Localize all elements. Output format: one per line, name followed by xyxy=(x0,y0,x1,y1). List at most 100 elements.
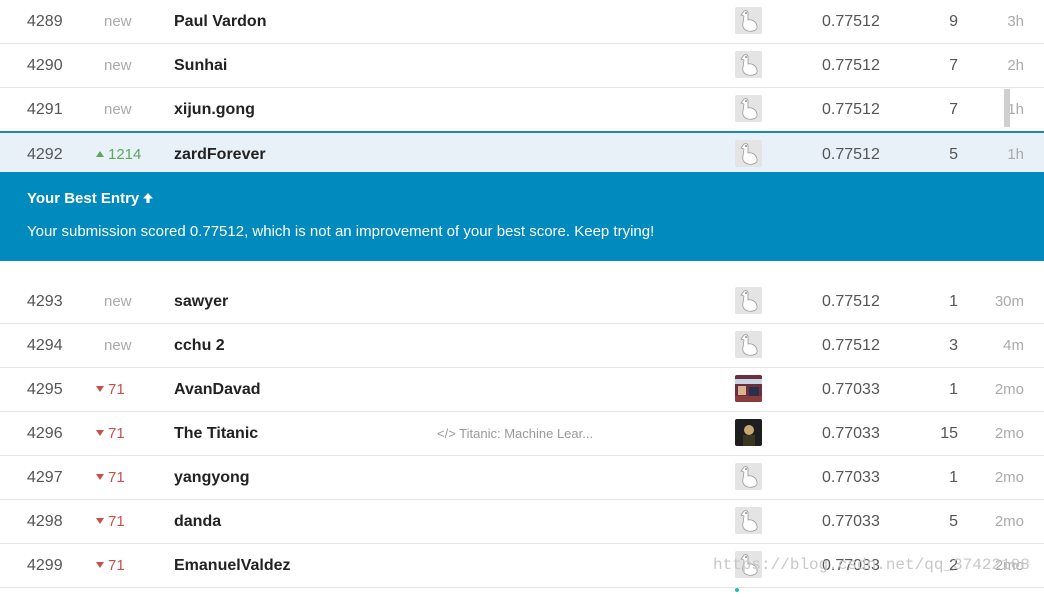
rank-change: 71 xyxy=(96,412,156,455)
rank-change: 71 xyxy=(96,500,156,543)
team-name-link[interactable]: Paul Vardon xyxy=(174,0,266,43)
rank-number: 4296 xyxy=(27,425,63,442)
best-entry-banner: Your Best Entry Your submission scored 0… xyxy=(0,172,1044,261)
goose-avatar[interactable] xyxy=(735,7,762,34)
leaderboard-row-own[interactable]: 4292 1214 zardForever 0.77512 5 1h xyxy=(0,131,1044,181)
member-dot xyxy=(735,588,739,592)
goose-avatar[interactable] xyxy=(735,551,762,578)
rank-number: 4293 xyxy=(27,293,63,310)
kernel-link[interactable]: </> Titanic: Machine Lear... xyxy=(437,412,593,455)
entries-count: 3 xyxy=(949,337,958,354)
photo-avatar[interactable] xyxy=(735,375,762,402)
entries-count: 5 xyxy=(949,513,958,530)
last-submission: 2mo xyxy=(994,557,1024,574)
banner-title: Your Best Entry xyxy=(27,190,154,207)
triangle-down-icon xyxy=(96,518,104,525)
banner-title-text: Your Best Entry xyxy=(27,190,140,207)
goose-avatar[interactable] xyxy=(735,507,762,534)
leaderboard-row[interactable]: 4293 new sawyer 0.77512 1 30m xyxy=(0,280,1044,328)
team-name-link[interactable]: Sunhai xyxy=(174,44,227,87)
team-member-dots xyxy=(735,403,740,416)
score-value: 0.77033 xyxy=(822,425,880,442)
last-submission: 2mo xyxy=(994,425,1024,442)
triangle-down-icon xyxy=(96,474,104,481)
leaderboard-row[interactable]: 4299 71 EmanuelValdez 0.77033 2 2mo xyxy=(0,544,1044,592)
team-name-link[interactable]: AvanDavad xyxy=(174,368,261,411)
entries-count: 1 xyxy=(949,469,958,486)
team-member-dots xyxy=(735,35,740,48)
entries-count: 9 xyxy=(949,13,958,30)
team-name-link[interactable]: zardForever xyxy=(174,133,266,176)
dark-avatar[interactable] xyxy=(735,419,762,446)
last-submission: 2mo xyxy=(994,513,1024,530)
rank-change: 1214 xyxy=(96,133,156,176)
entries-count: 1 xyxy=(949,293,958,310)
team-name-link[interactable]: xijun.gong xyxy=(174,88,255,131)
team-member-dots xyxy=(735,535,740,548)
triangle-down-icon xyxy=(96,430,104,437)
goose-avatar[interactable] xyxy=(735,140,762,167)
team-member-dots xyxy=(735,79,740,92)
team-name-link[interactable]: danda xyxy=(174,500,221,543)
rank-change-value: 71 xyxy=(108,557,125,574)
team-member-dots xyxy=(735,447,745,460)
team-name-link[interactable]: sawyer xyxy=(174,280,228,323)
entries-count: 7 xyxy=(949,101,958,118)
leaderboard-row[interactable]: 4297 71 yangyong 0.77033 1 2mo xyxy=(0,456,1044,504)
goose-avatar[interactable] xyxy=(735,463,762,490)
rank-number: 4289 xyxy=(27,13,63,30)
leaderboard-row[interactable]: 4289 new Paul Vardon 0.77512 9 3h xyxy=(0,0,1044,48)
rank-number: 4292 xyxy=(27,146,63,163)
rank-number: 4290 xyxy=(27,57,63,74)
rank-change: new xyxy=(104,293,132,310)
rank-change-value: 71 xyxy=(108,381,125,398)
leaderboard-row[interactable]: 4290 new Sunhai 0.77512 7 2h xyxy=(0,44,1044,92)
score-value: 0.77512 xyxy=(822,293,880,310)
scrollbar-thumb[interactable] xyxy=(1004,89,1010,127)
goose-avatar[interactable] xyxy=(735,95,762,122)
entries-count: 1 xyxy=(949,381,958,398)
leaderboard-row[interactable]: 4295 71 AvanDavad 0.77033 1 2mo xyxy=(0,368,1044,416)
team-member-dots xyxy=(735,123,740,136)
last-submission: 2h xyxy=(1007,57,1024,74)
score-value: 0.77512 xyxy=(822,146,880,163)
rank-change-value: 71 xyxy=(108,425,125,442)
triangle-down-icon xyxy=(96,386,104,393)
leaderboard-row[interactable]: 4298 71 danda 0.77033 5 2mo xyxy=(0,500,1044,548)
team-name-link[interactable]: The Titanic xyxy=(174,412,258,455)
score-value: 0.77512 xyxy=(822,13,880,30)
goose-avatar[interactable] xyxy=(735,51,762,78)
team-name-link[interactable]: yangyong xyxy=(174,456,250,499)
last-submission: 2mo xyxy=(994,469,1024,486)
rank-change: new xyxy=(104,101,132,118)
rank-change-value: 71 xyxy=(108,469,125,486)
triangle-up-icon xyxy=(96,151,104,158)
team-member-dots xyxy=(735,491,740,504)
arrow-up-icon xyxy=(143,193,154,204)
last-submission: 4m xyxy=(1003,337,1024,354)
score-value: 0.77033 xyxy=(822,513,880,530)
leaderboard-row[interactable]: 4291 new xijun.gong 0.77512 7 1h xyxy=(0,88,1044,136)
goose-avatar[interactable] xyxy=(735,287,762,314)
goose-avatar[interactable] xyxy=(735,331,762,358)
entries-count: 7 xyxy=(949,57,958,74)
triangle-down-icon xyxy=(96,562,104,569)
rank-change: 71 xyxy=(96,368,156,411)
team-name-link[interactable]: EmanuelValdez xyxy=(174,544,291,587)
rank-number: 4295 xyxy=(27,381,63,398)
rank-change: new xyxy=(104,337,132,354)
rank-change: 71 xyxy=(96,456,156,499)
score-value: 0.77033 xyxy=(822,469,880,486)
leaderboard-row[interactable]: 4296 71 The Titanic </> Titanic: Machine Le… xyxy=(0,412,1044,460)
last-submission: 2mo xyxy=(994,381,1024,398)
score-value: 0.77033 xyxy=(822,381,880,398)
score-value: 0.77512 xyxy=(822,101,880,118)
rank-change: 71 xyxy=(96,544,156,587)
leaderboard-row[interactable]: 4294 new cchu 2 0.77512 3 4m xyxy=(0,324,1044,372)
score-value: 0.77033 xyxy=(822,557,880,574)
score-value: 0.77512 xyxy=(822,57,880,74)
entries-count: 5 xyxy=(949,146,958,163)
rank-number: 4294 xyxy=(27,337,63,354)
team-name-link[interactable]: cchu 2 xyxy=(174,324,225,367)
rank-number: 4298 xyxy=(27,513,63,530)
